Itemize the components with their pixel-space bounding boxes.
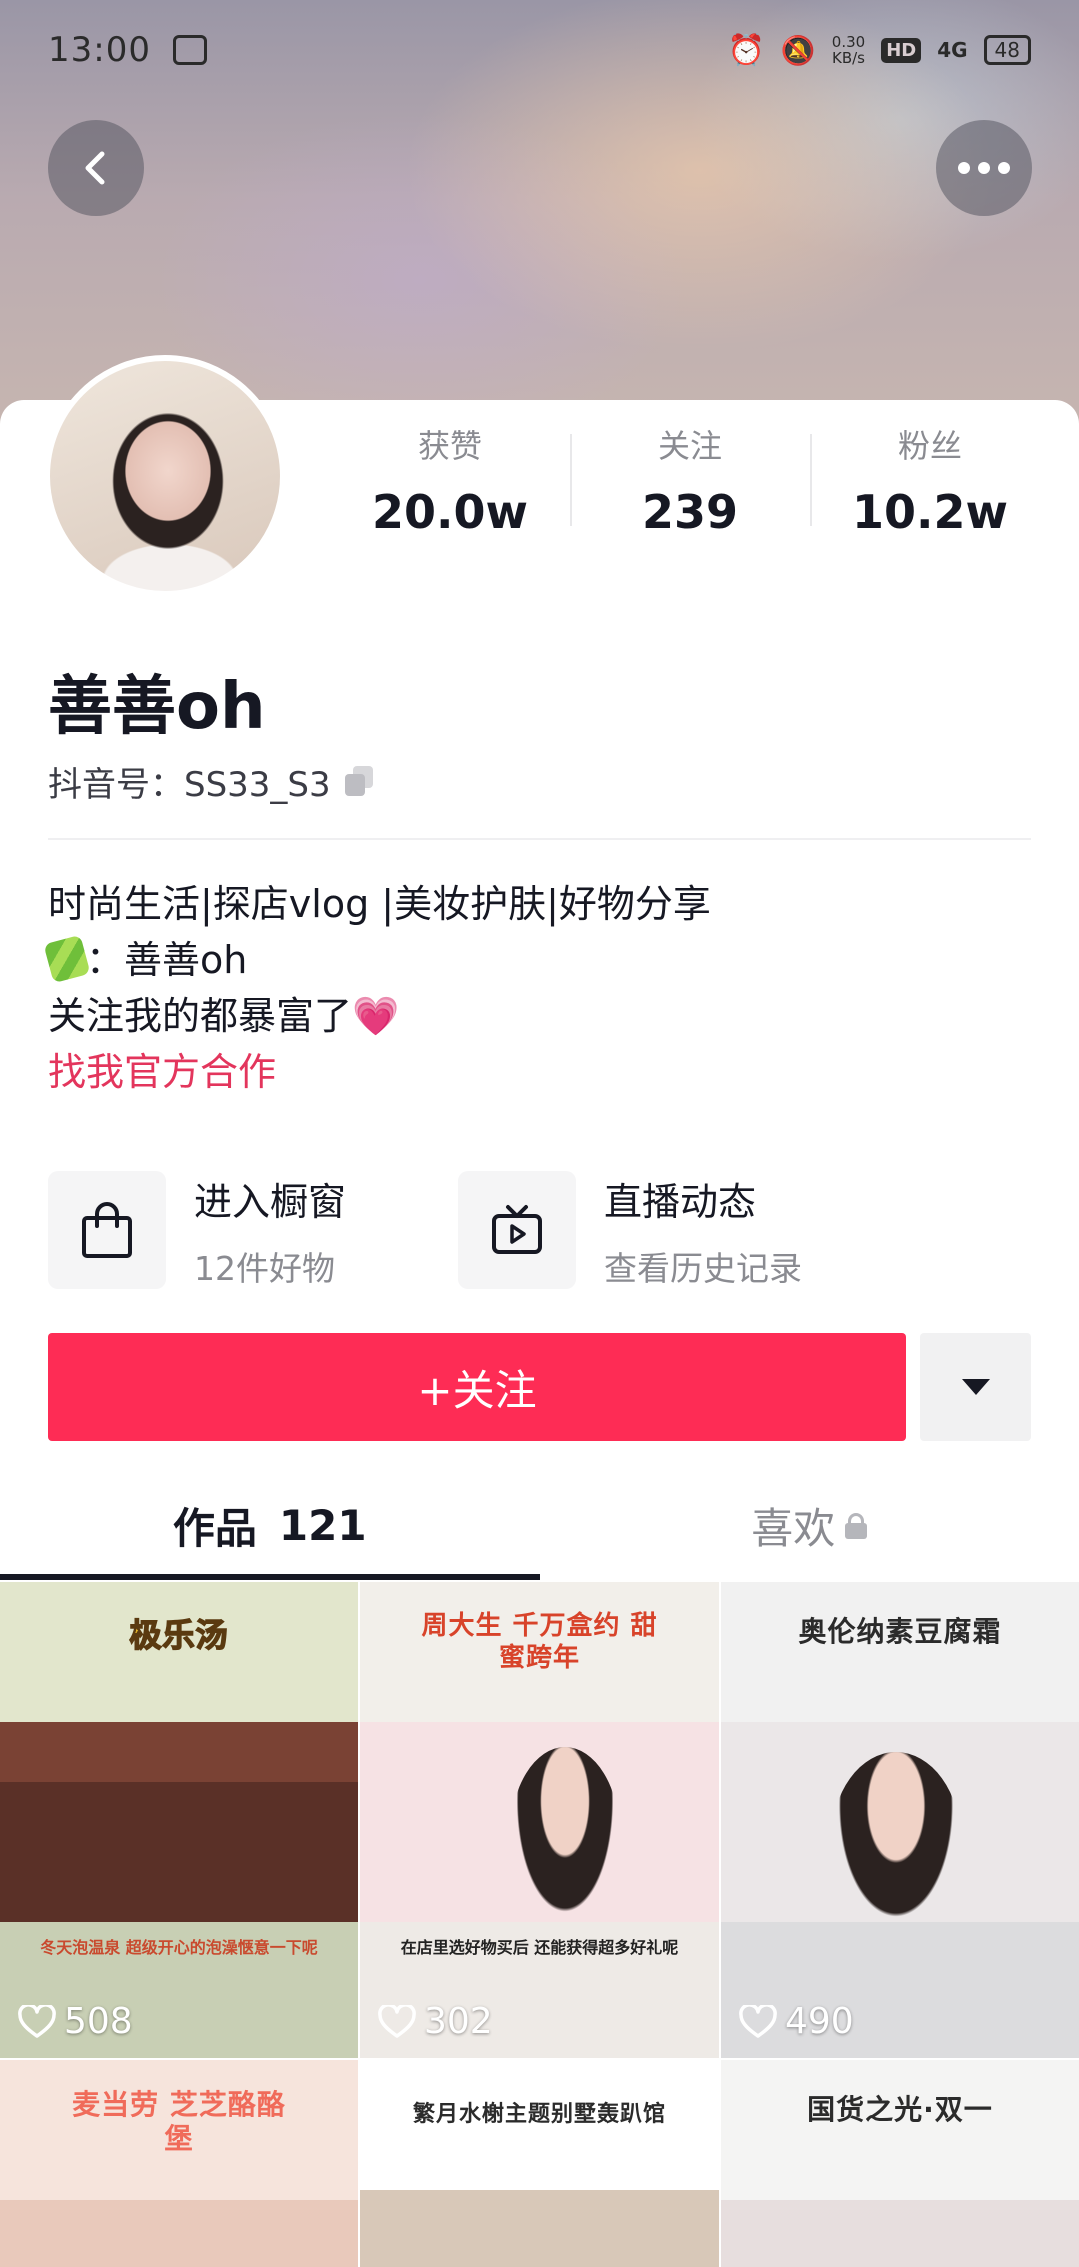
live-history-entry[interactable]: 直播动态 查看历史记录 [458,1170,868,1290]
bio-line-2: ：善善oh [43,932,711,988]
signal-icon: 4G [937,38,968,62]
scarf-emoji-icon [43,934,91,984]
shortcuts-row: 进入橱窗 12件好物 直播动态 查看历史记录 [48,1170,1031,1290]
stat-likes[interactable]: 获赞 20.0w [330,420,570,540]
more-button[interactable] [936,120,1032,216]
live-history-title: 直播动态 [604,1179,757,1224]
video-caption: 冬天泡温泉 超级开心的泡澡惬意一下呢 [40,1938,318,1957]
video-likes: 302 [378,2001,493,2042]
copy-icon[interactable] [344,765,375,798]
shop-window-title: 进入橱窗 [194,1179,347,1224]
business-contact-link[interactable]: 找我官方合作 [48,1044,711,1100]
back-button[interactable] [48,120,144,216]
tv-icon [458,1171,576,1289]
video-title: 奥伦纳素豆腐霜 [798,1615,1002,1648]
heart-outline-icon [378,2004,416,2038]
stats-row: 获赞 20.0w 关注 239 粉丝 10.2w [330,420,1050,540]
video-title: 繁月水榭主题别墅轰趴馆 [412,2102,666,2127]
works-count: 121 [278,1500,367,1550]
content-tabs: 作品 121 喜欢 [0,1470,1079,1580]
video-likes: 508 [18,2001,133,2042]
video-caption: 在店里选好物买后 还能获得超多好礼呢 [400,1938,679,1957]
tab-likes[interactable]: 喜欢 [540,1470,1079,1580]
shop-window-subtitle: 12件好物 [194,1248,335,1288]
shopping-bag-icon [48,1171,166,1289]
video-tile[interactable]: 国货之光·双一 [721,2060,1079,2267]
more-dots-icon [958,162,1010,174]
follow-button[interactable]: +关注 [48,1333,906,1441]
bio: 时尚生活|探店vlog |美妆护肤|好物分享 ：善善oh 关注我的都暴富了💗 找… [43,876,711,1100]
battery-icon: 48 [983,35,1031,65]
caret-down-icon [961,1379,990,1395]
profile-page: 13:00 ⏰ 🔕 0.30 KB/s HD 4G 48 获赞 20.0w 关注… [0,0,1079,2267]
video-title: 周大生 千万盒约 甜蜜跨年 [421,1611,658,1673]
video-title: 极乐汤 [129,1615,229,1655]
nickname: 善善oh [48,670,266,744]
lock-icon [845,1513,868,1539]
tab-works[interactable]: 作品 121 [0,1470,540,1580]
alarm-icon: ⏰ [727,32,765,68]
video-likes: 490 [739,2001,854,2042]
douyin-id: 抖音号：SS33_S3 [48,757,375,806]
stat-followers[interactable]: 粉丝 10.2w [810,420,1050,540]
chevron-left-icon [85,151,105,185]
video-thumbnail-person [831,1752,961,1932]
recommend-dropdown-button[interactable] [920,1333,1031,1441]
video-tile[interactable]: 奥伦纳素豆腐霜 490 [721,1582,1079,2058]
video-grid: 极乐汤 冬天泡温泉 超级开心的泡澡惬意一下呢 508 周大生 千万盒约 甜蜜跨年… [0,1582,1079,2267]
follow-row: +关注 [48,1333,1031,1441]
avatar[interactable] [44,355,286,597]
mute-bell-icon: 🔕 [780,33,816,67]
video-title: 麦当劳 芝芝酪酪堡 [72,2088,286,2155]
shop-window-entry[interactable]: 进入橱窗 12件好物 [48,1170,458,1290]
live-history-subtitle: 查看历史记录 [604,1248,802,1288]
heart-outline-icon [18,2004,56,2038]
status-time: 13:00 [48,30,151,70]
douyin-id-text: 抖音号：SS33_S3 [48,765,331,805]
video-thumbnail-person [510,1747,620,1927]
hd-badge: HD [881,37,922,63]
screen-record-icon [172,35,207,65]
video-tile[interactable]: 极乐汤 冬天泡温泉 超级开心的泡澡惬意一下呢 508 [0,1582,358,2058]
network-speed: 0.30 KB/s [831,33,866,67]
heart-emoji-icon: 💗 [352,994,400,1038]
bio-line-1: 时尚生活|探店vlog |美妆护肤|好物分享 [48,882,711,926]
stat-following[interactable]: 关注 239 [570,420,810,540]
video-tile[interactable]: 周大生 千万盒约 甜蜜跨年 在店里选好物买后 还能获得超多好礼呢 302 [360,1582,719,2058]
status-bar: 13:00 ⏰ 🔕 0.30 KB/s HD 4G 48 [0,0,1079,100]
video-tile[interactable]: 麦当劳 芝芝酪酪堡 [0,2060,358,2267]
bio-line-3: 关注我的都暴富了💗 [48,994,400,1038]
video-tile[interactable]: 繁月水榭主题别墅轰趴馆 [360,2060,719,2267]
divider [48,838,1031,840]
heart-outline-icon [739,2004,777,2038]
video-title: 国货之光·双一 [807,2093,993,2126]
